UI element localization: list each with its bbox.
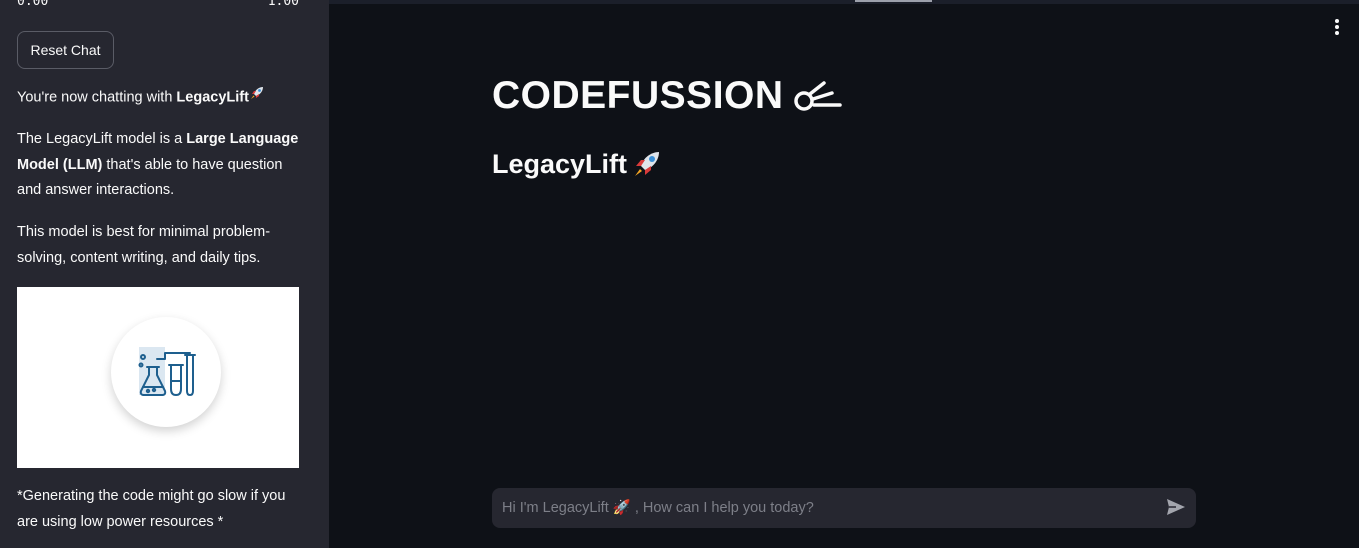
rocket-icon — [635, 152, 660, 176]
lab-flask-icon — [111, 317, 221, 427]
sidebar: 0.00 1.00 Reset Chat You're now chatting… — [0, 0, 329, 548]
top-bar — [329, 0, 1359, 4]
top-tab-indicator — [855, 0, 932, 2]
model-subtitle-text: LegacyLift — [492, 148, 628, 179]
model-name: LegacyLift — [176, 89, 249, 106]
performance-warning: *Generating the code might go slow if yo… — [17, 488, 286, 530]
chat-input[interactable] — [492, 488, 1152, 528]
model-subtitle: LegacyLift — [492, 148, 663, 180]
description-part-1: The LegacyLift model is a — [17, 131, 187, 147]
model-image — [17, 287, 299, 468]
reset-chat-button[interactable]: Reset Chat — [17, 31, 114, 69]
page-title-text: CODEFUSSION — [492, 74, 784, 117]
vertical-dots-icon[interactable] — [1328, 17, 1346, 37]
model-description: The LegacyLift model is a Large Language… — [17, 127, 302, 204]
chatting-prefix: You're now chatting with — [17, 89, 177, 106]
comet-icon — [793, 81, 842, 111]
rocket-icon — [249, 85, 265, 111]
send-icon[interactable] — [1166, 498, 1188, 518]
slider-min-label: 0.00 — [17, 0, 49, 9]
temperature-slider-ticks[interactable]: 0.00 1.00 — [17, 0, 299, 9]
model-best-for: This model is best for minimal problem-s… — [17, 224, 271, 266]
slider-max-label: 1.00 — [267, 0, 299, 9]
chatting-with-text: You're now chatting with LegacyLift — [17, 85, 302, 111]
page-title: CODEFUSSION — [492, 74, 842, 118]
chat-input-bar — [492, 488, 1196, 528]
